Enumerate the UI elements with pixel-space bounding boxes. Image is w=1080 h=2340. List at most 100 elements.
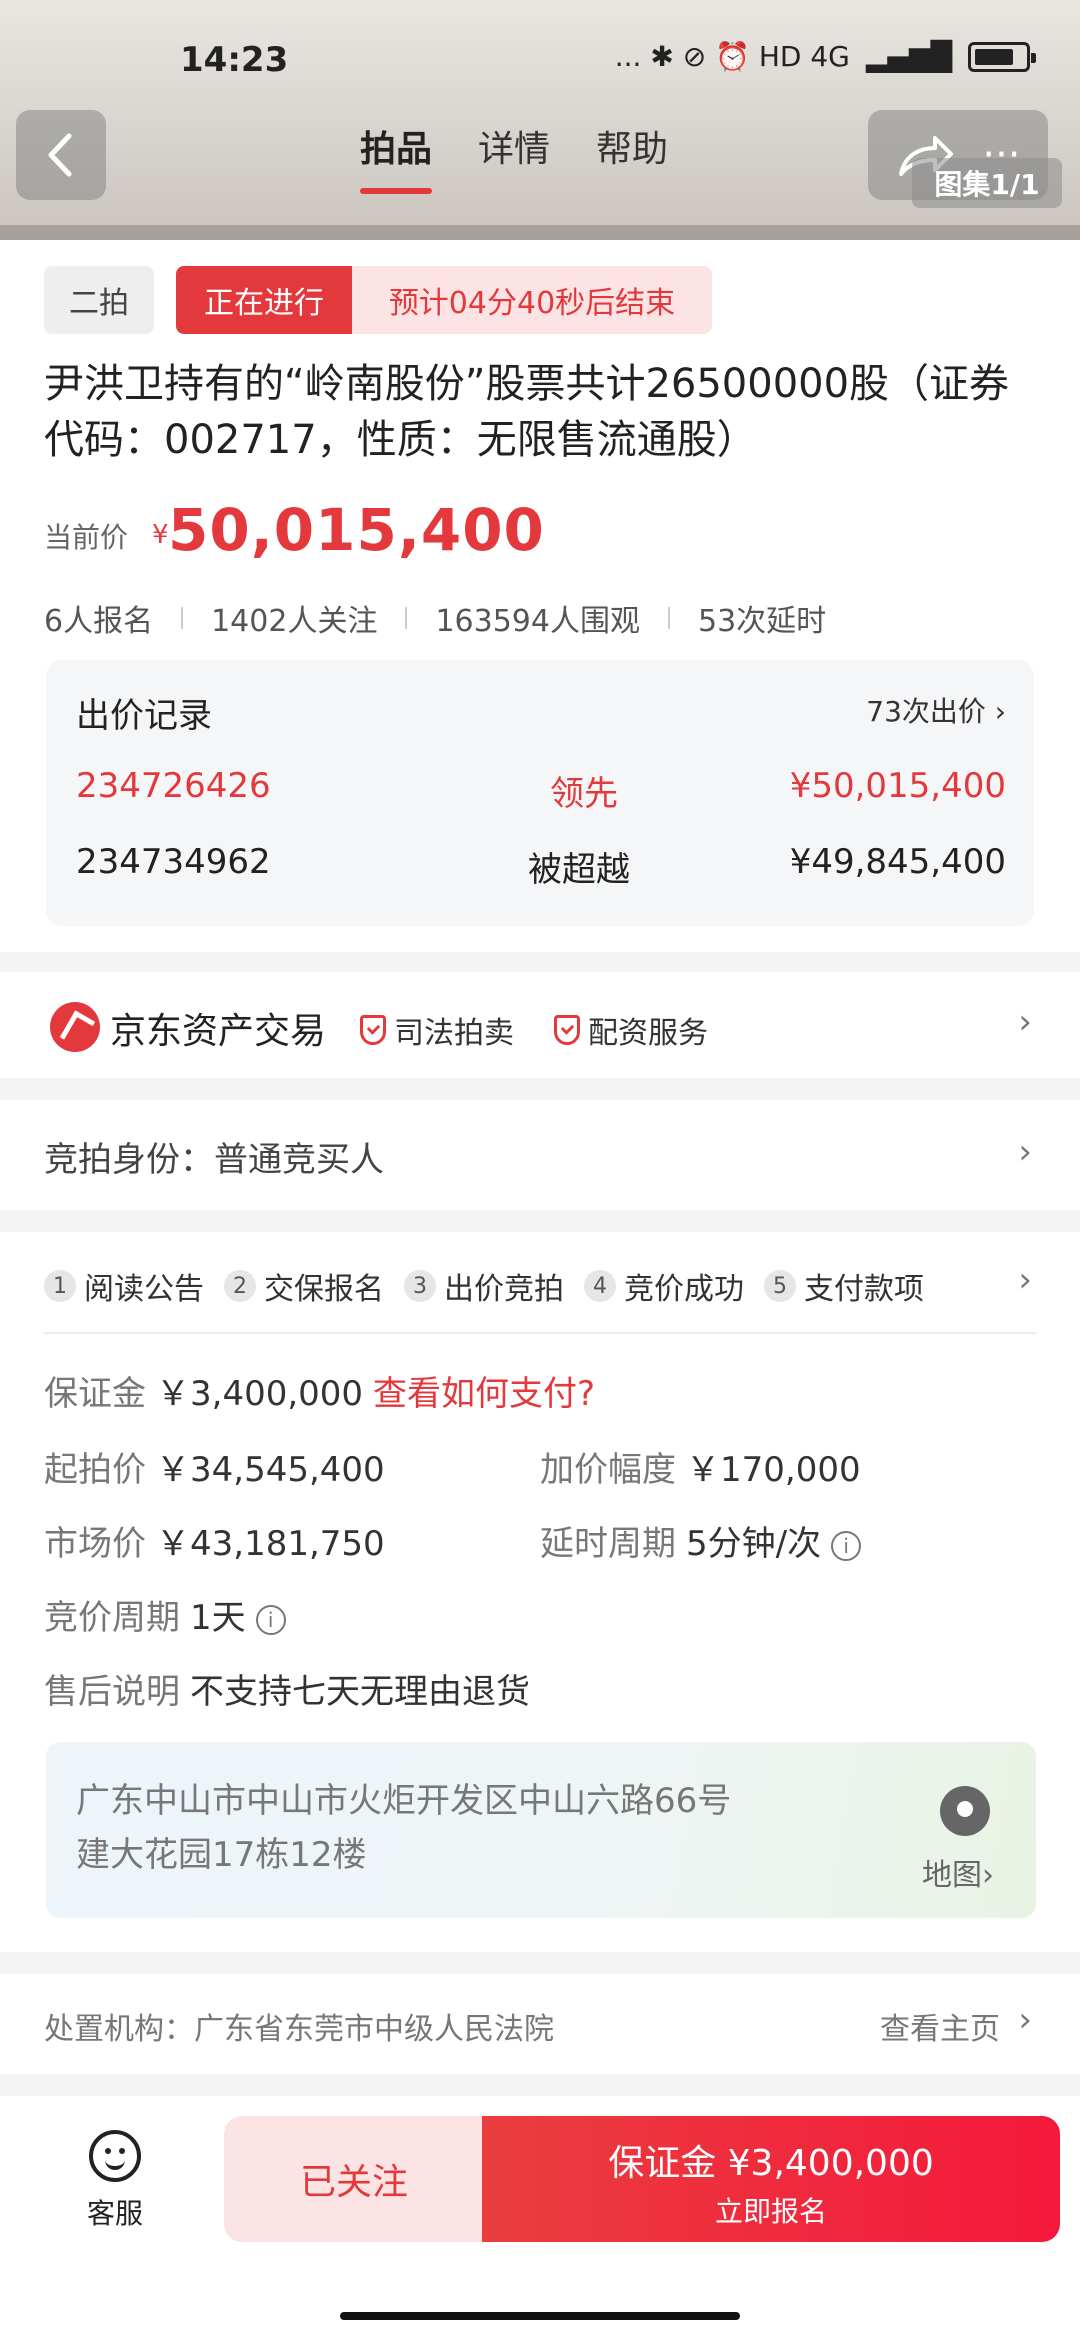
battery-icon bbox=[968, 41, 1036, 72]
bid-records[interactable]: 出价记录 73次出价 › 234726426 领先 ¥50,015,400 23… bbox=[46, 660, 1034, 926]
disposal-agency-row: 处置机构：广东省东莞市中级人民法院 查看主页 › bbox=[0, 1974, 1080, 2074]
view-homepage-link[interactable]: 查看主页 bbox=[880, 2004, 1000, 2048]
bid-count: 73次出价 bbox=[866, 695, 986, 728]
chevron-right-icon: › bbox=[994, 695, 1006, 728]
bottom-action-bar: 客服 已关注 保证金 ¥3,400,000 立即报名 bbox=[0, 2096, 1080, 2340]
customer-service-button[interactable]: 客服 bbox=[70, 2130, 160, 2232]
shield-check-icon bbox=[360, 1015, 386, 1045]
stats-divider bbox=[181, 607, 184, 629]
signal-icon: ▂▄▆█ bbox=[865, 40, 952, 73]
step-label: 阅读公告 bbox=[84, 1272, 204, 1307]
signup-label: 立即报名 bbox=[714, 2195, 827, 2228]
auction-info-section: 1 阅读公告 2 交保报名 3 出价竞拍 4 竞价成功 5 支付款项 › 保证金 ￥3,40… bbox=[0, 1232, 1080, 1952]
badge-label: 司法拍卖 bbox=[394, 1016, 514, 1051]
customer-service-label: 客服 bbox=[86, 2197, 143, 2230]
delay-value: 5分钟/次 bbox=[686, 1524, 822, 1564]
back-arrow-icon bbox=[48, 133, 72, 177]
start-price-label: 起拍价 bbox=[44, 1450, 146, 1490]
chevron-right-icon: › bbox=[1018, 1132, 1032, 1172]
current-price: 50,015,400 bbox=[168, 496, 545, 564]
status-bar: 14:23 ... ✱ ⊘ ⏰ HD 4G ▂▄▆█ bbox=[0, 0, 1080, 110]
delay-line: 延时周期 5分钟/次 i bbox=[540, 1516, 862, 1565]
step-number: 4 bbox=[584, 1270, 616, 1302]
address-line: 广东中山市中山市火炬开发区中山六路66号 bbox=[76, 1781, 732, 1821]
follow-button[interactable]: 已关注 bbox=[224, 2116, 484, 2242]
status-icons: ... ✱ ⊘ ⏰ HD 4G ▂▄▆█ bbox=[615, 40, 1036, 73]
bid-count-link[interactable]: 73次出价 › bbox=[866, 690, 1006, 730]
cycle-label: 竞价周期 bbox=[44, 1598, 180, 1638]
follow-count: 1402人关注 bbox=[211, 604, 378, 639]
chevron-right-icon: › bbox=[982, 1858, 994, 1893]
how-to-pay-link[interactable]: 查看如何支付? bbox=[373, 1374, 595, 1414]
bid-amount: ¥49,845,400 bbox=[789, 842, 1006, 882]
cycle-line: 竞价周期 1天 i bbox=[44, 1590, 286, 1639]
deposit-value: ￥3,400,000 bbox=[156, 1374, 364, 1414]
bid-records-title: 出价记录 bbox=[76, 696, 212, 736]
process-steps[interactable]: 1 阅读公告 2 交保报名 3 出价竞拍 4 竞价成功 5 支付款项 bbox=[44, 1264, 1004, 1308]
badge-financing: 配资服务 bbox=[554, 1008, 708, 1052]
badge-label: 配资服务 bbox=[588, 1016, 708, 1051]
market-price-value: ￥43,181,750 bbox=[156, 1524, 385, 1564]
signup-count: 6人报名 bbox=[44, 604, 154, 639]
stats-divider bbox=[405, 607, 408, 629]
step-label: 竞价成功 bbox=[624, 1272, 744, 1307]
delay-label: 延时周期 bbox=[540, 1524, 676, 1564]
tab-help[interactable]: 帮助 bbox=[596, 120, 668, 186]
gallery-counter[interactable]: 图集1/1 bbox=[912, 158, 1062, 208]
map-label: 地图 bbox=[922, 1858, 982, 1893]
chevron-right-icon[interactable]: › bbox=[1018, 2000, 1032, 2040]
chevron-right-icon: › bbox=[1018, 1002, 1032, 1042]
seller-row[interactable]: 京东资产交易 司法拍卖 配资服务 › bbox=[0, 972, 1080, 1078]
tab-item[interactable]: 拍品 bbox=[360, 120, 433, 194]
step-number: 5 bbox=[764, 1270, 796, 1302]
divider bbox=[44, 1332, 1036, 1334]
step-label: 支付款项 bbox=[804, 1272, 924, 1307]
info-icon[interactable]: i bbox=[831, 1530, 862, 1561]
back-button[interactable] bbox=[16, 110, 106, 200]
home-indicator[interactable] bbox=[340, 2312, 740, 2320]
increment-label: 加价幅度 bbox=[540, 1450, 676, 1490]
jd-asset-logo-icon bbox=[50, 1002, 100, 1052]
chevron-right-icon[interactable]: › bbox=[1018, 1260, 1032, 1300]
stats-divider bbox=[667, 607, 670, 629]
signup-button[interactable]: 保证金 ¥3,400,000 立即报名 bbox=[482, 2116, 1060, 2242]
step-number: 2 bbox=[224, 1270, 256, 1302]
step-item: 2 交保报名 bbox=[224, 1264, 384, 1308]
header-image-band bbox=[0, 225, 1080, 240]
signup-deposit: 保证金 ¥3,400,000 bbox=[608, 2143, 934, 2184]
deposit-line: 保证金 ￥3,400,000 查看如何支付? bbox=[44, 1366, 595, 1415]
extension-count: 53次延时 bbox=[697, 604, 827, 639]
step-item: 1 阅读公告 bbox=[44, 1264, 204, 1308]
status-time: 14:23 bbox=[180, 40, 289, 80]
smile-icon bbox=[89, 2130, 141, 2182]
map-link[interactable]: 地图› bbox=[922, 1850, 994, 1894]
address-map-card[interactable]: 广东中山市中山市火炬开发区中山六路66号 建大花园17栋12楼 地图› bbox=[46, 1742, 1036, 1918]
aftersale-label: 售后说明 bbox=[44, 1672, 180, 1712]
market-price-label: 市场价 bbox=[44, 1524, 146, 1564]
view-count: 163594人围观 bbox=[435, 604, 640, 639]
address-line: 建大花园17栋12楼 bbox=[76, 1835, 367, 1875]
step-label: 交保报名 bbox=[264, 1272, 384, 1307]
cycle-value: 1天 bbox=[190, 1598, 246, 1638]
disposal-agency: 处置机构：广东省东莞市中级人民法院 bbox=[44, 2012, 554, 2047]
info-icon[interactable]: i bbox=[255, 1604, 286, 1635]
round-tag: 二拍 bbox=[44, 266, 154, 334]
tab-detail[interactable]: 详情 bbox=[478, 120, 550, 186]
step-item: 3 出价竞拍 bbox=[404, 1264, 564, 1308]
bidder-identity-row[interactable]: 竞拍身份：普通竞买人 › bbox=[0, 1100, 1080, 1210]
aftersale-line: 售后说明 不支持七天无理由退货 bbox=[44, 1664, 530, 1713]
badge-judicial: 司法拍卖 bbox=[360, 1008, 514, 1052]
address-text: 广东中山市中山市火炬开发区中山六路66号 建大花园17栋12楼 bbox=[76, 1774, 836, 1882]
market-price-line: 市场价 ￥43,181,750 bbox=[44, 1516, 385, 1565]
step-label: 出价竞拍 bbox=[444, 1272, 564, 1307]
start-price-value: ￥34,545,400 bbox=[156, 1450, 385, 1490]
auction-summary-card: 二拍 正在进行 预计04分40秒后结束 尹洪卫持有的“岭南股份”股票共计2650… bbox=[0, 240, 1080, 952]
top-tabs: 拍品 详情 帮助 bbox=[360, 120, 668, 194]
increment-value: ￥170,000 bbox=[686, 1450, 861, 1490]
bidder-id: 234726426 bbox=[76, 766, 271, 806]
aftersale-value: 不支持七天无理由退货 bbox=[190, 1672, 530, 1712]
bid-amount: ¥50,015,400 bbox=[789, 766, 1006, 806]
step-item: 4 竞价成功 bbox=[584, 1264, 744, 1308]
step-item: 5 支付款项 bbox=[764, 1264, 924, 1308]
countdown-tag: 预计04分40秒后结束 bbox=[352, 266, 712, 334]
